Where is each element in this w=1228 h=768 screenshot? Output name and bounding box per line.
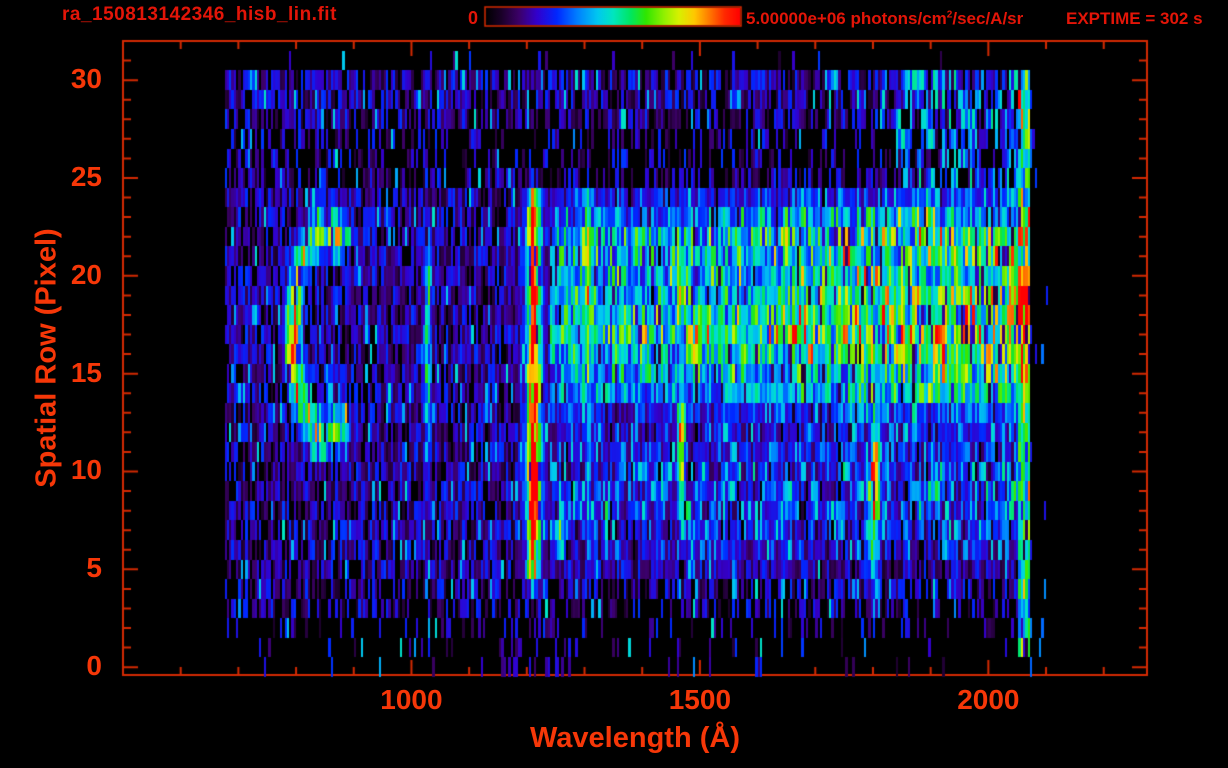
y-tick-label: 25 xyxy=(70,160,102,192)
x-tick-label: 2000 xyxy=(957,684,1020,715)
x-tick-label: 1000 xyxy=(380,684,443,715)
y-tick-label: 5 xyxy=(86,552,102,584)
spectral-heatmap-canvas xyxy=(0,0,1228,768)
x-axis-title: Wavelength (Å) xyxy=(530,722,740,754)
exptime-label: EXPTIME = 302 s xyxy=(1066,9,1203,28)
y-tick-label: 0 xyxy=(86,650,102,682)
colorbar-max-label: 5.00000e+06 photons/cm2/sec/A/sr xyxy=(746,9,1023,29)
x-tick-label: 1500 xyxy=(668,684,732,715)
idl-spectrogram-window: { "window": {"width": 1228, "height": 76… xyxy=(0,0,1228,768)
colorbar-min-label: 0 xyxy=(467,8,478,28)
y-tick-label: 20 xyxy=(70,258,102,290)
y-tick-label: 30 xyxy=(70,63,102,95)
y-tick-label: 15 xyxy=(70,356,102,388)
y-tick-label: 10 xyxy=(70,454,102,486)
filename-label: ra_150813142346_hisb_lin.fit xyxy=(62,4,337,25)
colorbar-max-label-prefix: 5.00000e+06 photons/cm xyxy=(746,9,947,28)
colorbar-max-label-suffix: /sec/A/sr xyxy=(952,9,1024,28)
